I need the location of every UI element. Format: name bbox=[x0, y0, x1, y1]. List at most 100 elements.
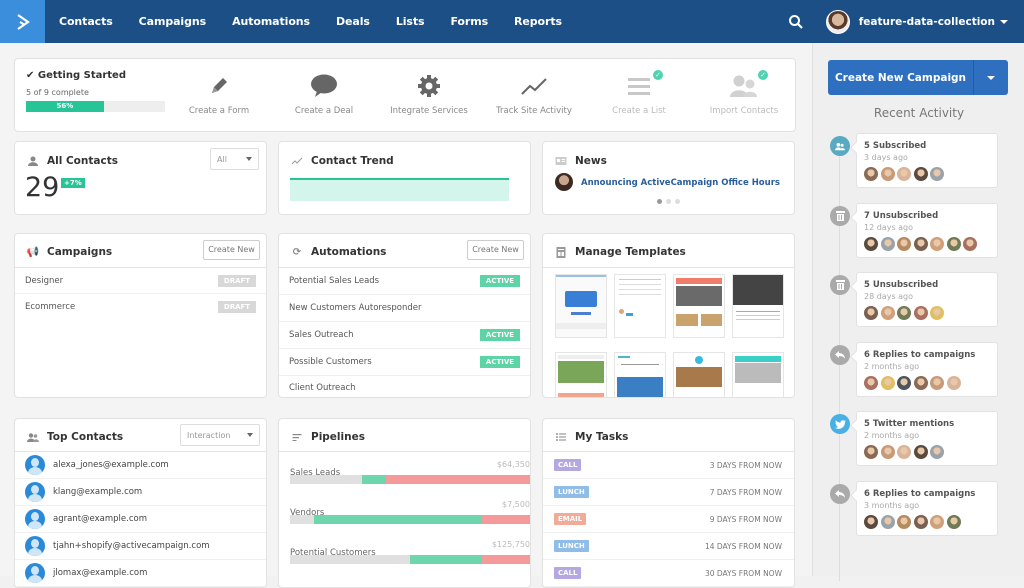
contact-avatar[interactable] bbox=[864, 515, 878, 529]
activity-item[interactable]: 5 Twitter mentions 2 months ago bbox=[856, 411, 998, 466]
template-thumbnail[interactable] bbox=[614, 274, 666, 338]
contact-avatar[interactable] bbox=[880, 237, 895, 251]
contact-avatar[interactable] bbox=[880, 445, 895, 459]
contact-row[interactable]: agrant@example.com bbox=[15, 506, 266, 533]
template-thumbnail[interactable] bbox=[732, 352, 784, 397]
status-badge: DRAFT bbox=[218, 301, 256, 313]
contact-avatar[interactable] bbox=[864, 306, 878, 320]
template-thumbnail[interactable] bbox=[555, 274, 607, 338]
contact-avatar[interactable] bbox=[864, 376, 878, 390]
contact-row[interactable]: alexa_jones@example.com bbox=[15, 452, 266, 479]
contact-avatar[interactable] bbox=[897, 167, 911, 181]
user-menu[interactable]: feature-data-collection bbox=[859, 16, 1008, 28]
task-row[interactable]: CALL 3 DAYS FROM NOW bbox=[543, 452, 794, 479]
create-campaign-button[interactable]: Create New bbox=[203, 240, 260, 260]
pipeline-row[interactable]: Vendors $7,500 bbox=[290, 500, 530, 524]
contact-avatar[interactable] bbox=[913, 445, 928, 459]
contact-avatar[interactable] bbox=[864, 167, 878, 181]
contact-avatar[interactable] bbox=[930, 376, 944, 390]
contact-avatar[interactable] bbox=[913, 167, 928, 181]
contact-avatar[interactable] bbox=[930, 237, 944, 251]
top-contacts-card: Top Contacts Interaction alexa_jones@exa… bbox=[14, 418, 267, 588]
nav-lists[interactable]: Lists bbox=[396, 15, 425, 28]
activity-item[interactable]: 5 Unsubscribed 28 days ago bbox=[856, 272, 998, 327]
completed-check-icon: ✓ bbox=[758, 70, 768, 80]
contact-avatar[interactable] bbox=[913, 306, 928, 320]
contact-avatar[interactable] bbox=[946, 376, 961, 390]
contact-avatar[interactable] bbox=[913, 515, 928, 529]
logo[interactable] bbox=[0, 0, 45, 43]
activity-item[interactable]: 5 Subscribed 3 days ago bbox=[856, 133, 998, 188]
pipeline-row[interactable]: Sales Leads $64,350 bbox=[290, 460, 530, 484]
template-thumbnail[interactable] bbox=[673, 352, 725, 397]
template-thumbnail[interactable] bbox=[732, 274, 784, 338]
activity-item[interactable]: 6 Replies to campaigns 2 months ago bbox=[856, 342, 998, 397]
contact-avatar[interactable] bbox=[946, 237, 961, 251]
contact-avatar[interactable] bbox=[913, 237, 928, 251]
contact-avatar[interactable] bbox=[864, 445, 878, 459]
activity-item[interactable]: 7 Unsubscribed 12 days ago bbox=[856, 203, 998, 258]
step-create-form[interactable]: Create a Form bbox=[169, 73, 269, 116]
caret-down-icon bbox=[246, 157, 252, 161]
contact-avatar[interactable] bbox=[897, 376, 911, 390]
nav-automations[interactable]: Automations bbox=[232, 15, 310, 28]
nav-reports[interactable]: Reports bbox=[514, 15, 562, 28]
automation-row[interactable]: Sales Outreach ACTIVE bbox=[279, 322, 530, 349]
top-contacts-filter-dropdown[interactable]: Interaction bbox=[180, 424, 260, 446]
user-avatar[interactable] bbox=[825, 9, 850, 34]
automation-row[interactable]: Potential Sales Leads ACTIVE bbox=[279, 268, 530, 295]
contact-avatar[interactable] bbox=[864, 237, 878, 251]
contact-avatar[interactable] bbox=[930, 306, 944, 320]
template-thumbnail[interactable] bbox=[673, 274, 725, 338]
automation-row[interactable]: New Customers Autoresponder bbox=[279, 295, 530, 322]
contact-avatar[interactable] bbox=[897, 306, 911, 320]
contact-avatar[interactable] bbox=[930, 515, 944, 529]
contact-avatar[interactable] bbox=[897, 445, 911, 459]
contact-avatar[interactable] bbox=[913, 376, 928, 390]
step-create-deal[interactable]: Create a Deal bbox=[274, 73, 374, 116]
contact-avatar[interactable] bbox=[897, 237, 911, 251]
contact-row[interactable]: tjahn+shopify@activecampaign.com bbox=[15, 533, 266, 560]
step-integrate-services[interactable]: Integrate Services bbox=[379, 73, 479, 116]
step-track-site-activity[interactable]: Track Site Activity bbox=[484, 73, 584, 116]
task-row[interactable]: CALL 30 DAYS FROM NOW bbox=[543, 560, 794, 587]
step-create-list[interactable]: ✓ Create a List bbox=[589, 70, 689, 116]
twitter-icon bbox=[830, 414, 850, 434]
nav-campaigns[interactable]: Campaigns bbox=[139, 15, 206, 28]
contact-row[interactable]: jlomax@example.com bbox=[15, 560, 266, 587]
contact-avatar[interactable] bbox=[963, 237, 977, 251]
contact-avatar[interactable] bbox=[930, 167, 944, 181]
contact-avatar[interactable] bbox=[880, 306, 895, 320]
campaign-row[interactable]: Ecommerce DRAFT bbox=[15, 294, 266, 320]
task-row[interactable]: LUNCH 7 DAYS FROM NOW bbox=[543, 479, 794, 506]
contact-row[interactable]: klang@example.com bbox=[15, 479, 266, 506]
contacts-filter-dropdown[interactable]: All bbox=[210, 148, 259, 170]
task-row[interactable]: LUNCH 14 DAYS FROM NOW bbox=[543, 533, 794, 560]
contact-avatar[interactable] bbox=[880, 167, 895, 181]
search-icon[interactable] bbox=[788, 14, 804, 30]
nav-contacts[interactable]: Contacts bbox=[59, 15, 113, 28]
nav-deals[interactable]: Deals bbox=[336, 15, 370, 28]
create-automation-button[interactable]: Create New bbox=[467, 240, 524, 260]
step-import-contacts[interactable]: ✓ Import Contacts bbox=[694, 70, 794, 116]
create-new-campaign-button[interactable]: Create New Campaign bbox=[828, 60, 974, 95]
pagination-dot[interactable] bbox=[675, 199, 680, 204]
create-campaign-dropdown-toggle[interactable] bbox=[974, 60, 1008, 95]
news-headline-link[interactable]: Announcing ActiveCampaign Office Hours bbox=[581, 178, 780, 188]
automation-row[interactable]: Possible Customers ACTIVE bbox=[279, 349, 530, 376]
task-row[interactable]: EMAIL 9 DAYS FROM NOW bbox=[543, 506, 794, 533]
campaign-row[interactable]: Designer DRAFT bbox=[15, 268, 266, 294]
activity-item[interactable]: 6 Replies to campaigns 3 months ago bbox=[856, 481, 998, 536]
automation-row[interactable]: Client Outreach bbox=[279, 376, 530, 397]
contact-avatar[interactable] bbox=[930, 445, 944, 459]
contact-avatar[interactable] bbox=[880, 376, 895, 390]
nav-forms[interactable]: Forms bbox=[450, 15, 488, 28]
pipeline-row[interactable]: Potential Customers $125,750 bbox=[290, 540, 530, 564]
contact-avatar[interactable] bbox=[897, 515, 911, 529]
contact-avatar[interactable] bbox=[880, 515, 895, 529]
template-thumbnail[interactable] bbox=[555, 352, 607, 397]
contact-avatar[interactable] bbox=[946, 515, 961, 529]
template-thumbnail[interactable] bbox=[614, 352, 666, 397]
pagination-dot-active[interactable] bbox=[657, 199, 662, 204]
pagination-dot[interactable] bbox=[666, 199, 671, 204]
